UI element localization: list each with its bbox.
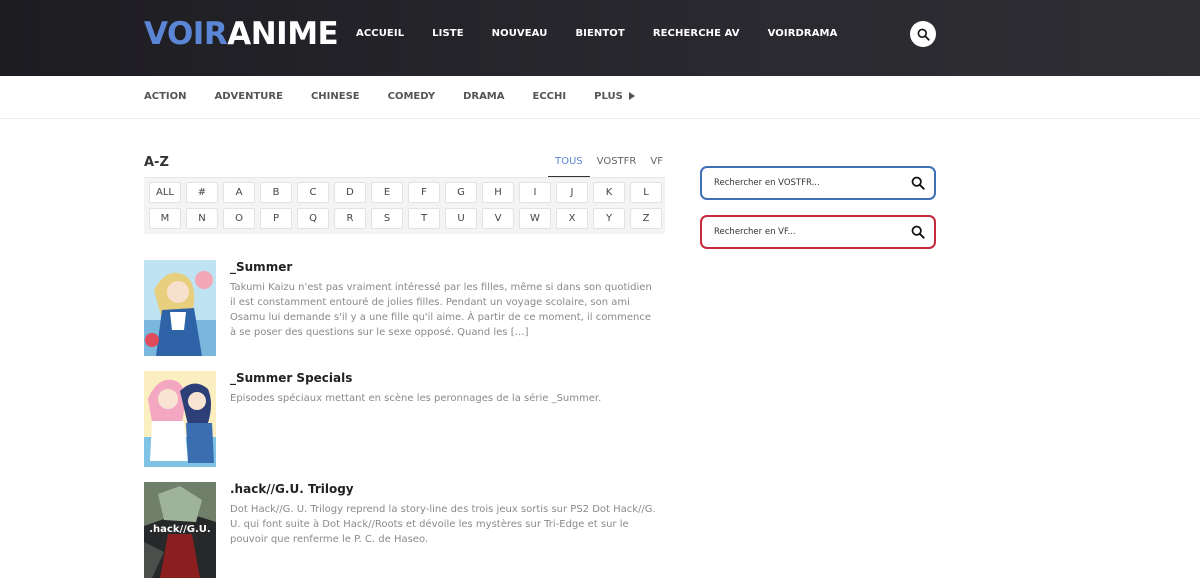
letter-f[interactable]: F (408, 182, 440, 203)
genre-ecchi[interactable]: ECCHI (533, 91, 567, 102)
anime-description: Takumi Kaizu n'est pas vraiment intéress… (230, 282, 652, 338)
letter-a[interactable]: A (223, 182, 255, 203)
anime-cover[interactable] (144, 260, 216, 356)
nav-liste[interactable]: LISTE (432, 28, 463, 39)
logo-part-anime: ANIME (227, 16, 339, 52)
header-search-button[interactable] (910, 21, 936, 47)
search-vostfr-box (700, 166, 936, 200)
letter-l[interactable]: L (630, 182, 662, 203)
anime-title[interactable]: _Summer Specials (230, 371, 352, 385)
anime-list-item: .hack//G.U. .hack//G.U. Trilogy Dot Hack… (144, 482, 665, 578)
letter-t[interactable]: T (408, 208, 440, 229)
genre-adventure[interactable]: ADVENTURE (215, 91, 283, 102)
nav-accueil[interactable]: ACCUEIL (356, 28, 404, 39)
anime-description: Dot Hack//G. U. Trilogy reprend la story… (230, 504, 656, 545)
letter-grid: ALL # A B C D E F G H I J K L M N O P Q … (144, 178, 665, 234)
letter-s[interactable]: S (371, 208, 403, 229)
nav-recherche-av[interactable]: RECHERCHE AV (653, 28, 740, 39)
letter-c[interactable]: C (297, 182, 329, 203)
genre-comedy[interactable]: COMEDY (388, 91, 435, 102)
letter-h[interactable]: H (482, 182, 514, 203)
letter-y[interactable]: Y (593, 208, 625, 229)
genre-drama[interactable]: DRAMA (463, 91, 504, 102)
nav-nouveau[interactable]: NOUVEAU (492, 28, 548, 39)
letter-x[interactable]: X (556, 208, 588, 229)
nav-voirdrama[interactable]: VOIRDRAMA (768, 28, 838, 39)
genre-plus[interactable]: PLUS (594, 91, 635, 102)
site-logo[interactable]: VOIRANIME (144, 14, 339, 54)
letter-k[interactable]: K (593, 182, 625, 203)
letter-w[interactable]: W (519, 208, 551, 229)
tab-tous[interactable]: TOUS (548, 150, 590, 178)
letter-r[interactable]: R (334, 208, 366, 229)
genre-action[interactable]: ACTION (144, 91, 187, 102)
cover-title-text: .hack//G.U. (149, 524, 210, 535)
play-arrow-icon (628, 92, 635, 100)
genre-plus-label: PLUS (594, 91, 623, 102)
logo-part-voir: VOIR (144, 16, 228, 52)
letter-i[interactable]: I (519, 182, 551, 203)
az-tabs: TOUS VOSTFR VF (548, 150, 670, 178)
nav-bientot[interactable]: BIENTOT (575, 28, 624, 39)
letter-j[interactable]: J (556, 182, 588, 203)
genre-list: ACTION ADVENTURE CHINESE COMEDY DRAMA EC… (144, 91, 663, 102)
letter-z[interactable]: Z (630, 208, 662, 229)
anime-title[interactable]: _Summer (230, 260, 292, 274)
anime-list-item: _Summer Takumi Kaizu n'est pas vraiment … (144, 260, 665, 356)
letter-b[interactable]: B (260, 182, 292, 203)
letter-m[interactable]: M (149, 208, 181, 229)
az-title: A-Z (144, 155, 169, 170)
genre-chinese[interactable]: CHINESE (311, 91, 360, 102)
search-vf-input[interactable] (702, 227, 902, 237)
letter-all[interactable]: ALL (149, 182, 181, 203)
search-icon[interactable] (911, 176, 925, 190)
letter-p[interactable]: P (260, 208, 292, 229)
tab-vf[interactable]: VF (643, 150, 670, 178)
letter-e[interactable]: E (371, 182, 403, 203)
search-vostfr-input[interactable] (702, 178, 902, 188)
site-header: VOIRANIME ACCUEIL LISTE NOUVEAU BIENTOT … (0, 0, 1200, 76)
letter-n[interactable]: N (186, 208, 218, 229)
anime-cover[interactable]: .hack//G.U. (144, 482, 216, 578)
search-icon (917, 28, 930, 41)
main-nav: ACCUEIL LISTE NOUVEAU BIENTOT RECHERCHE … (356, 28, 865, 39)
letter-v[interactable]: V (482, 208, 514, 229)
letter-d[interactable]: D (334, 182, 366, 203)
letter-hash[interactable]: # (186, 182, 218, 203)
letter-u[interactable]: U (445, 208, 477, 229)
tab-vostfr[interactable]: VOSTFR (590, 150, 644, 178)
letter-q[interactable]: Q (297, 208, 329, 229)
letter-g[interactable]: G (445, 182, 477, 203)
anime-title[interactable]: .hack//G.U. Trilogy (230, 482, 354, 496)
genre-bar: ACTION ADVENTURE CHINESE COMEDY DRAMA EC… (0, 76, 1200, 119)
anime-cover[interactable] (144, 371, 216, 467)
anime-description: Episodes spéciaux mettant en scène les p… (230, 393, 602, 404)
letter-o[interactable]: O (223, 208, 255, 229)
search-vf-box (700, 215, 936, 249)
search-icon[interactable] (911, 225, 925, 239)
anime-list-item: _Summer Specials Episodes spéciaux metta… (144, 371, 665, 467)
